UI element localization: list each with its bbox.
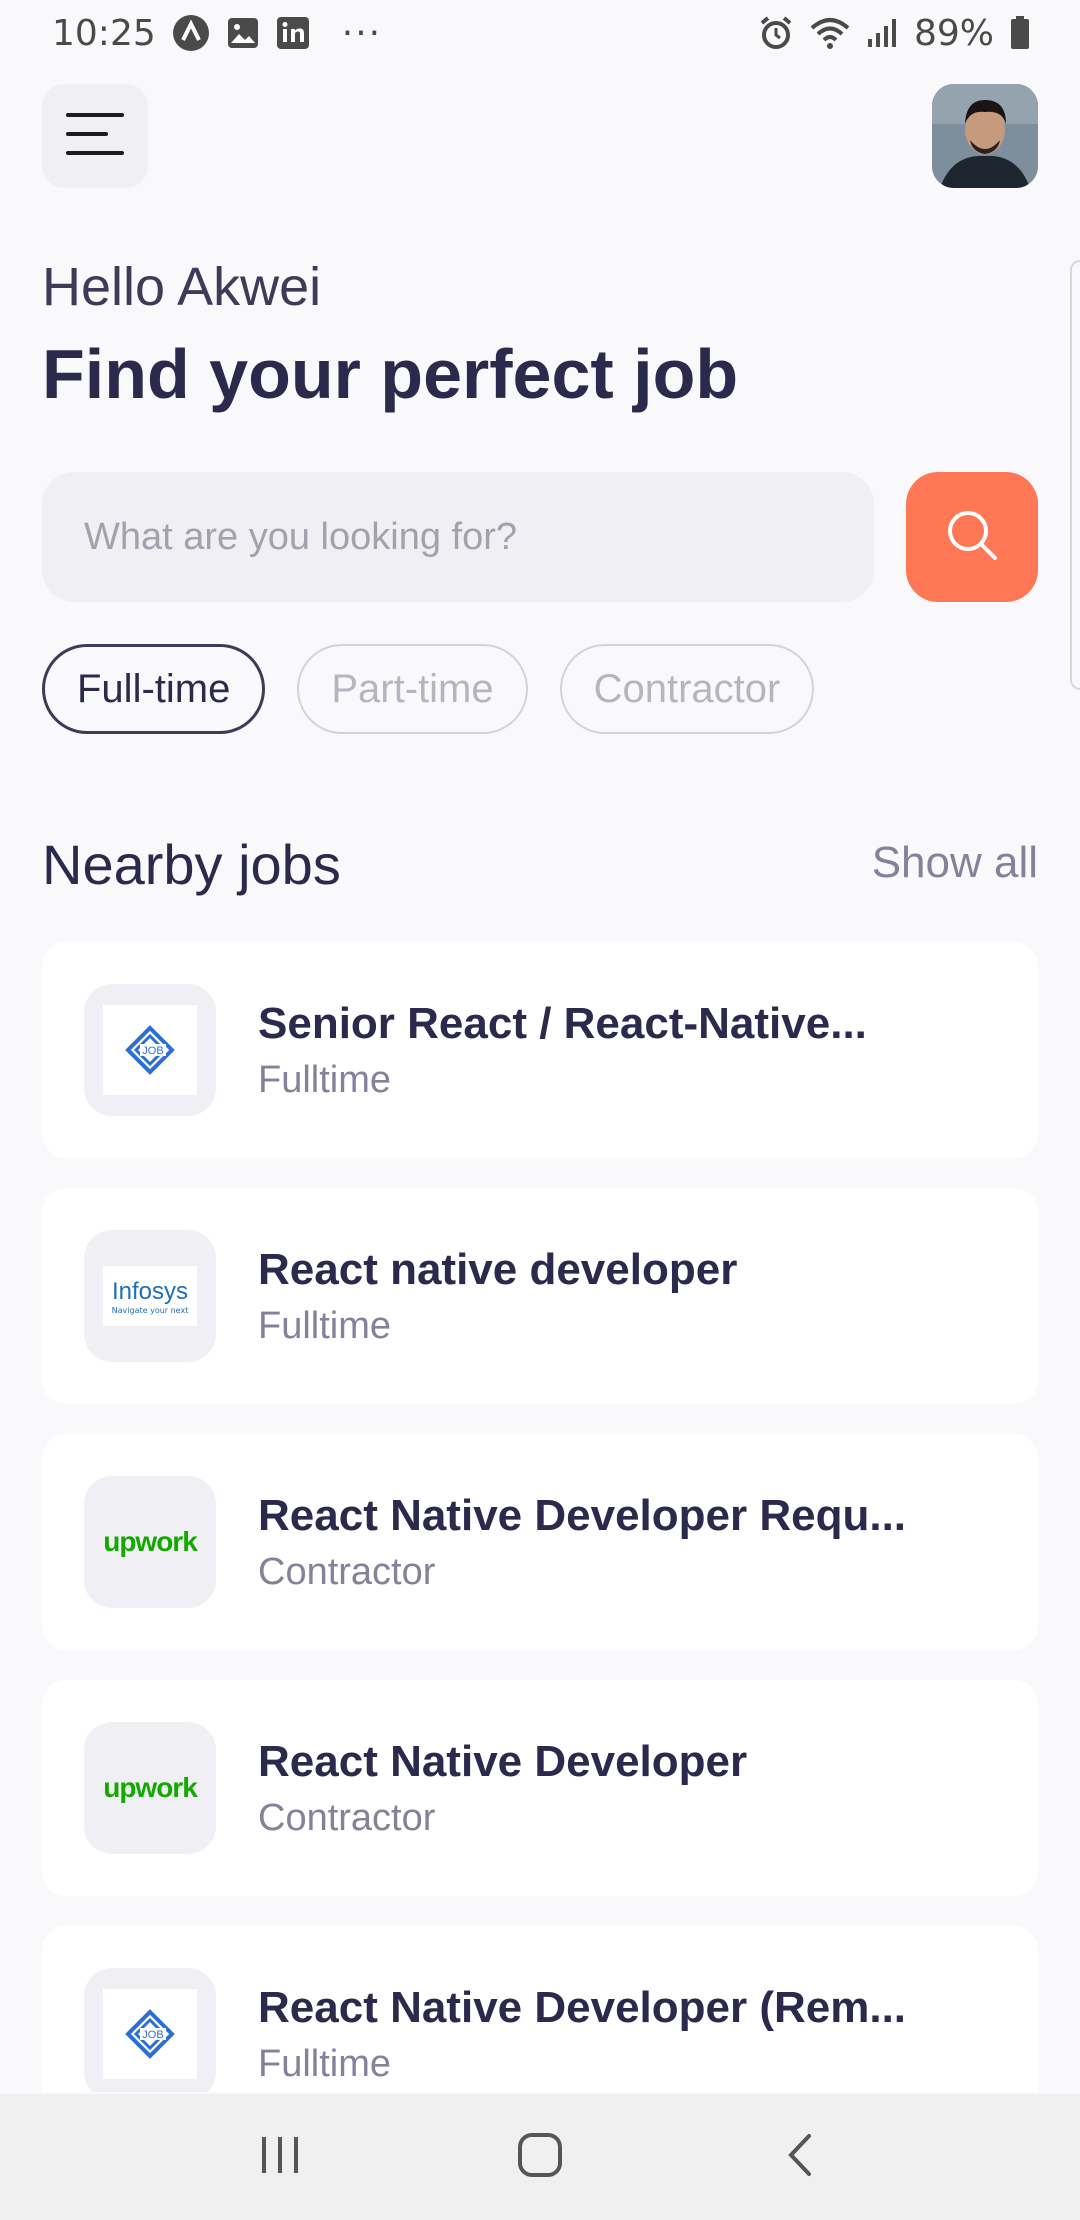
job-type: Fulltime [258, 1058, 392, 1101]
system-nav-bar [0, 2094, 1080, 2220]
image-icon [226, 16, 260, 50]
job-title: Senior React / React-Native... [258, 998, 867, 1048]
job-type: Contractor [258, 1796, 436, 1839]
home-button[interactable] [480, 2112, 600, 2202]
app-icon [172, 14, 210, 52]
linkedin-icon [276, 16, 310, 50]
tab-contractor[interactable]: Contractor [559, 644, 815, 734]
job-title: React Native Developer [258, 1736, 748, 1786]
tab-full-time[interactable]: Full-time [42, 644, 266, 734]
svg-text:JOB: JOB [142, 2029, 163, 2041]
job-type: Fulltime [258, 1304, 392, 1347]
job-list: JOB Senior React / React-Native... Fullt… [42, 942, 1038, 2092]
search-button[interactable] [906, 472, 1038, 602]
more-notifications-icon: ··· [341, 12, 383, 54]
job-type: Contractor [258, 1550, 436, 1593]
back-button[interactable] [740, 2112, 860, 2202]
infosys-logo-text: Infosys [111, 1277, 189, 1305]
recent-apps-button[interactable] [220, 2112, 340, 2202]
tab-part-time[interactable]: Part-time [297, 644, 528, 734]
job-card[interactable]: Infosys Navigate your next React native … [42, 1188, 1038, 1404]
alarm-icon [758, 15, 794, 51]
profile-avatar[interactable] [932, 84, 1038, 188]
job-title: React native developer [258, 1244, 738, 1294]
upwork-logo: upwork [103, 1772, 198, 1803]
job-type-tabs: Full-time Part-time Contractor [42, 644, 815, 734]
page-title: Find your perfect job [42, 335, 739, 413]
company-logo: JOB [84, 984, 216, 1116]
company-logo: JOB [84, 1968, 216, 2092]
signal-icon [866, 17, 898, 49]
status-bar: 10:25 ··· 89% [0, 0, 1080, 66]
svg-text:JOB: JOB [142, 1045, 163, 1057]
search-input[interactable] [84, 515, 874, 559]
recent-apps-icon [258, 2135, 302, 2179]
status-left: 10:25 ··· [52, 13, 382, 54]
job-info: Senior React / React-Native... Fulltime [258, 999, 958, 1102]
job-info: React Native Developer Requ... Contracto… [258, 1491, 958, 1594]
section-title: Nearby jobs [42, 833, 341, 896]
infosys-logo: Infosys Navigate your next [103, 1266, 197, 1326]
menu-icon [66, 113, 124, 159]
battery-icon [1010, 16, 1030, 50]
show-all-link[interactable]: Show all [872, 838, 1038, 888]
battery-percent: 89% [913, 12, 994, 54]
menu-button[interactable] [42, 84, 148, 188]
job-card[interactable]: upwork React Native Developer Contractor [42, 1680, 1038, 1896]
status-right: 89% [758, 13, 1030, 54]
job-logo: JOB [103, 1989, 197, 2079]
scroll-indicator [1070, 260, 1080, 690]
search-box[interactable] [42, 472, 874, 602]
greeting: Hello Akwei [42, 257, 322, 317]
job-title: React Native Developer (Rem... [258, 1982, 907, 2032]
job-card[interactable]: JOB Senior React / React-Native... Fullt… [42, 942, 1038, 1158]
job-info: React Native Developer Contractor [258, 1737, 958, 1840]
wifi-icon [810, 16, 850, 50]
avatar-image [932, 84, 1038, 188]
job-card[interactable]: JOB React Native Developer (Rem... Fullt… [42, 1926, 1038, 2092]
job-logo: JOB [103, 1005, 197, 1095]
company-logo: upwork [84, 1722, 216, 1854]
upwork-logo: upwork [103, 1526, 198, 1557]
job-title: React Native Developer Requ... [258, 1490, 907, 1540]
back-icon [785, 2132, 815, 2182]
job-card[interactable]: upwork React Native Developer Requ... Co… [42, 1434, 1038, 1650]
company-logo: upwork [84, 1476, 216, 1608]
job-type: Fulltime [258, 2042, 392, 2085]
job-info: React native developer Fulltime [258, 1245, 958, 1348]
infosys-logo-tagline: Navigate your next [111, 1305, 189, 1315]
company-logo: Infosys Navigate your next [84, 1230, 216, 1362]
status-time: 10:25 [52, 12, 156, 54]
search-icon [945, 508, 999, 566]
home-icon [517, 2132, 563, 2182]
job-info: React Native Developer (Rem... Fulltime [258, 1983, 958, 2086]
